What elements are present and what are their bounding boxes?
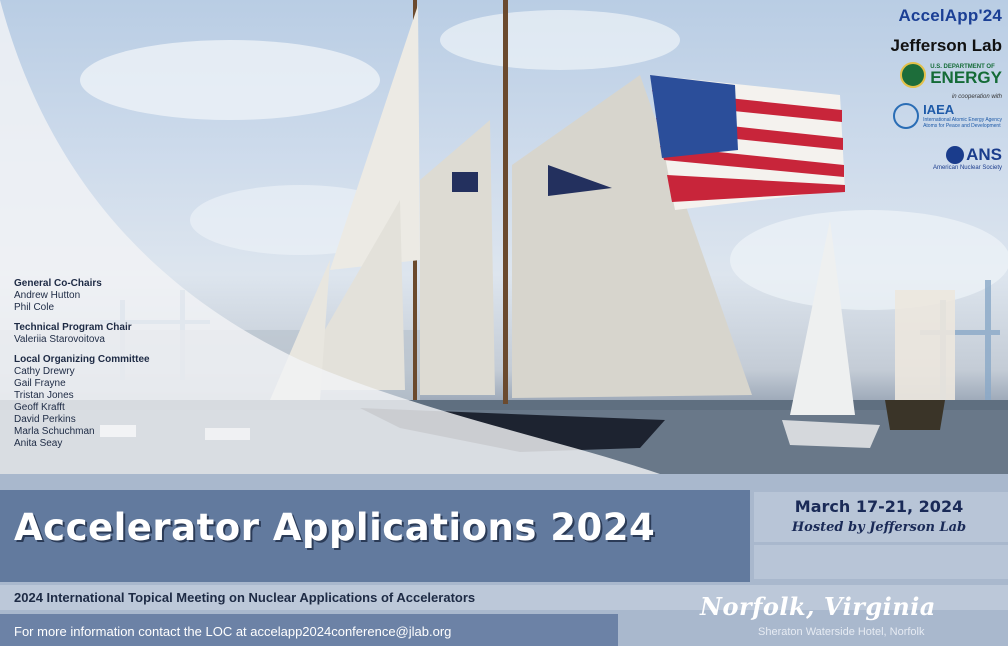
- loc-name: David Perkins: [14, 414, 76, 425]
- loc-name: Marla Schuchman: [14, 426, 95, 437]
- ans-atom-icon: [946, 146, 965, 164]
- arc-overlay: [0, 0, 660, 474]
- host-text: Hosted by Jefferson Lab: [791, 520, 967, 535]
- doe-seal-icon: [900, 62, 927, 88]
- cooperation-text: in cooperation with: [951, 94, 1002, 100]
- doe-logo: U.S. DEPARTMENT OF ENERGY: [882, 62, 1002, 88]
- subtitle: 2024 International Topical Meeting on Nu…: [14, 590, 476, 605]
- committee-list: General Co-Chairs Andrew Hutton Phil Col…: [14, 278, 150, 458]
- ans-sub: American Nuclear Society: [932, 165, 1002, 171]
- iaea-atom-icon: [893, 102, 920, 129]
- tpc-name: Valeriia Starovoitova: [14, 334, 105, 345]
- doe-big-text: ENERGY: [930, 68, 1002, 87]
- background-photo: [0, 0, 1008, 474]
- location: Norfolk, Virginia: [700, 592, 936, 621]
- loc-name: Geoff Krafft: [14, 402, 65, 413]
- date-box-lower: [754, 545, 1008, 579]
- ans-logo: ANS American Nuclear Society: [882, 145, 1002, 171]
- loc-name: Cathy Drewry: [14, 366, 75, 377]
- cochair-name: Phil Cole: [14, 302, 55, 313]
- cochairs-group: General Co-Chairs Andrew Hutton Phil Col…: [14, 278, 150, 314]
- loc-name: Tristan Jones: [14, 390, 74, 401]
- iaea-logo: IAEA International Atomic Energy Agency …: [882, 102, 1002, 129]
- accelapp-logo: AccelApp'24: [898, 6, 1002, 25]
- loc-group: Local Organizing Committee Cathy Drewry …: [14, 354, 150, 450]
- iaea-text: IAEA: [923, 102, 955, 117]
- loc-name: Anita Seay: [14, 438, 63, 449]
- loc-heading: Local Organizing Committee: [14, 354, 150, 365]
- tpc-heading: Technical Program Chair: [14, 322, 132, 333]
- page-title: Accelerator Applications 2024: [14, 506, 656, 549]
- loc-name: Gail Frayne: [14, 378, 66, 389]
- hotel: Sheraton Waterside Hotel, Norfolk: [758, 626, 925, 638]
- cochairs-heading: General Co-Chairs: [14, 278, 102, 289]
- contact-info: For more information contact the LOC at …: [14, 624, 452, 639]
- jefferson-lab-logo: Jefferson Lab: [890, 36, 1002, 55]
- tpc-group: Technical Program Chair Valeriia Starovo…: [14, 322, 150, 346]
- sponsor-logos: AccelApp'24 Jefferson Lab U.S. DEPARTMEN…: [882, 6, 1002, 171]
- event-date: March 17-21, 2024: [794, 497, 964, 516]
- cochair-name: Andrew Hutton: [14, 290, 81, 301]
- iaea-sub2: Atoms for Peace and Development: [923, 123, 1001, 129]
- ans-text: ANS: [966, 145, 1002, 164]
